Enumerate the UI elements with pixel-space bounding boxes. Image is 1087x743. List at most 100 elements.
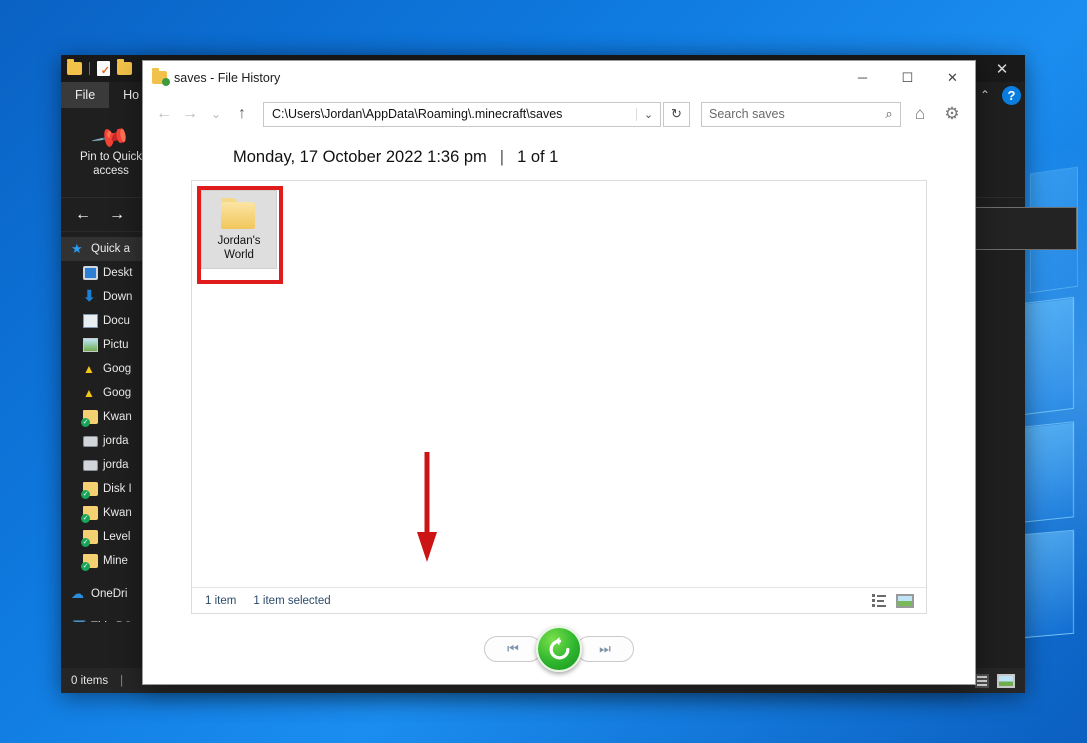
restore-button[interactable] — [536, 626, 582, 672]
explorer-forward-button[interactable]: → — [109, 206, 125, 224]
wallpaper-pane — [1022, 529, 1074, 639]
synced-folder-icon — [81, 410, 98, 427]
sidebar-item-label: This PC — [91, 621, 132, 622]
up-button[interactable]: ↑ — [229, 105, 255, 123]
details-view-icon[interactable] — [872, 594, 887, 607]
version-controls: ⏮ ⏭ — [143, 614, 975, 684]
home-icon[interactable]: ⌂ — [907, 104, 933, 124]
next-version-button[interactable]: ⏭ — [576, 636, 634, 662]
desktop: ✕ File Ho ⌃ ? 📌 Pin to Quickaccess ← → ⌄… — [0, 0, 1087, 743]
folder-icon — [219, 198, 259, 230]
search-input[interactable] — [702, 107, 878, 121]
file-history-title-bar: saves - File History ─ ☐ ✕ — [143, 61, 975, 94]
date-header-date: Monday, 17 October 2022 1:36 pm — [233, 147, 487, 166]
properties-icon[interactable] — [97, 61, 110, 77]
file-history-title: saves - File History — [174, 70, 281, 85]
large-icons-view-icon[interactable] — [997, 673, 1015, 688]
sidebar-item-label: Quick a — [91, 243, 130, 255]
search-box[interactable]: ⌕ — [701, 101, 901, 127]
close-button[interactable]: ✕ — [930, 61, 975, 94]
file-list-pane[interactable]: Jordan's World 1 item 1 item selected — [191, 180, 927, 614]
sidebar-item-label: Pictu — [103, 339, 129, 351]
sidebar-item-disk[interactable]: Disk I — [61, 477, 153, 501]
sidebar-item-google-drive-1[interactable]: ▲ Goog — [61, 357, 153, 381]
file-history-status-bar: 1 item 1 item selected — [192, 587, 926, 613]
explorer-close-button[interactable]: ✕ — [979, 55, 1025, 82]
folder-history-icon — [152, 68, 170, 86]
forward-button[interactable]: → — [177, 105, 203, 123]
sidebar-item-label: Mine — [103, 555, 128, 567]
annotation-arrow — [417, 452, 437, 562]
details-view-icon[interactable] — [975, 673, 989, 688]
restore-icon — [549, 636, 569, 659]
google-drive-icon: ▲ — [83, 386, 95, 400]
sidebar-item-quick-access[interactable]: ★ Quick a — [61, 237, 153, 261]
date-header: Monday, 17 October 2022 1:36 pm | 1 of 1 — [143, 134, 975, 180]
sidebar-item-desktop[interactable]: Deskt — [61, 261, 153, 285]
sidebar-item-label: jorda — [103, 459, 129, 471]
help-icon[interactable]: ? — [1002, 85, 1021, 105]
chevron-down-icon[interactable]: ⌄ — [636, 107, 660, 121]
file-items-container: Jordan's World — [192, 181, 926, 284]
address-bar[interactable]: C:\Users\Jordan\AppData\Roaming\.minecra… — [263, 101, 661, 127]
selection-count: 1 item selected — [253, 594, 331, 607]
sidebar-item-drive-1[interactable]: jorda — [61, 429, 153, 453]
sidebar-item-label: OneDri — [91, 588, 128, 600]
tab-file[interactable]: File — [61, 82, 110, 108]
explorer-back-button[interactable]: ← — [75, 206, 91, 224]
sidebar-item-google-drive-2[interactable]: ▲ Goog — [61, 381, 153, 405]
explorer-sidebar[interactable]: ★ Quick a Deskt ⬇ Down Docu Pictu ▲ Goog… — [61, 232, 153, 622]
google-drive-icon: ▲ — [83, 362, 95, 376]
synced-folder-icon — [81, 506, 98, 523]
onedrive-icon: ☁ — [71, 586, 84, 601]
explorer-item-count: 0 items — [71, 674, 109, 687]
synced-folder-icon — [81, 482, 98, 499]
date-header-separator: | — [499, 147, 505, 166]
file-history-toolbar: ← → ⌄ ↑ C:\Users\Jordan\AppData\Roaming\… — [143, 94, 975, 134]
address-bar-path: C:\Users\Jordan\AppData\Roaming\.minecra… — [272, 107, 563, 121]
sidebar-item-label: Level — [103, 531, 131, 543]
maximize-button[interactable]: ☐ — [885, 61, 930, 94]
download-icon: ⬇ — [83, 288, 96, 305]
sidebar-item-mine[interactable]: Mine — [61, 549, 153, 573]
pictures-icon — [83, 338, 98, 352]
minimize-button[interactable]: ─ — [840, 61, 885, 94]
sidebar-item-label: Docu — [103, 315, 130, 327]
sidebar-item-kwan-2[interactable]: Kwan — [61, 501, 153, 525]
sidebar-item-label: Deskt — [103, 267, 133, 279]
back-button[interactable]: ← — [151, 105, 177, 123]
sidebar-item-this-pc[interactable]: 🖥 This PC — [61, 615, 153, 623]
previous-version-button[interactable]: ⏮ — [484, 636, 542, 662]
sidebar-item-label: Down — [103, 291, 133, 303]
large-icons-view-icon[interactable] — [896, 593, 914, 608]
sidebar-item-label: jorda — [103, 435, 129, 447]
new-folder-icon[interactable] — [67, 59, 82, 75]
file-history-window[interactable]: saves - File History ─ ☐ ✕ ← → ⌄ ↑ C:\Us… — [142, 60, 976, 685]
synced-folder-icon — [81, 554, 98, 571]
item-count: 1 item — [205, 594, 237, 607]
sidebar-item-pictures[interactable]: Pictu — [61, 333, 153, 357]
sidebar-item-level[interactable]: Level — [61, 525, 153, 549]
explorer-content-placeholder — [967, 207, 1077, 250]
file-item-jordans-world[interactable]: Jordan's World — [197, 186, 283, 284]
sidebar-item-onedrive[interactable]: ☁ OneDri — [61, 582, 153, 606]
sidebar-item-downloads[interactable]: ⬇ Down — [61, 285, 153, 309]
sidebar-item-documents[interactable]: Docu — [61, 309, 153, 333]
sidebar-item-drive-2[interactable]: jorda — [61, 453, 153, 477]
file-item-label: Jordan's World — [217, 235, 261, 261]
sidebar-item-label: Disk I — [103, 483, 132, 495]
open-folder-icon[interactable] — [117, 59, 132, 75]
wallpaper-pane — [1022, 296, 1074, 416]
sidebar-item-kwan-1[interactable]: Kwan — [61, 405, 153, 429]
search-icon[interactable]: ⌕ — [878, 106, 900, 122]
this-pc-icon: 🖥 — [71, 620, 88, 623]
refresh-icon[interactable]: ↻ — [663, 101, 690, 127]
toolbar-separator — [89, 62, 90, 75]
gear-icon[interactable]: ⚙ — [939, 104, 965, 124]
recent-locations-button[interactable]: ⌄ — [203, 107, 229, 121]
sidebar-item-label: Kwan — [103, 411, 132, 423]
chevron-up-icon[interactable]: ⌃ — [976, 88, 994, 102]
star-icon: ★ — [71, 241, 83, 256]
